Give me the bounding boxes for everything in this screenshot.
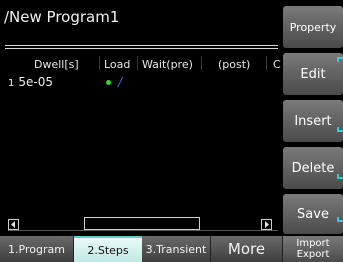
- column-separator: [137, 56, 138, 70]
- column-header-dwell[interactable]: Dwell[s]: [34, 58, 79, 71]
- property-button[interactable]: Property: [283, 6, 343, 48]
- scrollbar-thumb[interactable]: [84, 217, 200, 230]
- scrollbar-track: [8, 230, 278, 231]
- save-button[interactable]: Save: [283, 194, 343, 234]
- delete-button[interactable]: Delete: [283, 147, 343, 189]
- edit-button-label: Edit: [300, 66, 326, 82]
- column-header-wait-post[interactable]: (post): [218, 58, 250, 71]
- column-separator: [266, 56, 267, 70]
- corner-marker-icon: [337, 174, 343, 179]
- insert-button[interactable]: Insert: [283, 100, 343, 142]
- column-header-truncated[interactable]: C: [273, 58, 281, 71]
- row-index-and-dwell[interactable]: 1 5e-05: [8, 75, 53, 89]
- scroll-right-button[interactable]: [261, 219, 272, 230]
- header-divider-top: [5, 45, 278, 46]
- load-indicator-dot: [106, 80, 111, 85]
- property-button-label: Property: [289, 20, 337, 34]
- scroll-left-button[interactable]: [8, 219, 19, 230]
- tab-steps[interactable]: 2.Steps: [74, 236, 142, 262]
- load-indicator-bar: /: [118, 75, 123, 89]
- row-index: 1: [8, 78, 15, 89]
- dwell-value: 5e-05: [18, 75, 53, 89]
- tab-transient[interactable]: 3.Transient: [142, 236, 211, 262]
- program-editor-screen: /New Program1 Dwell[s] Load Wait(pre) (p…: [0, 0, 343, 262]
- tab-more[interactable]: More: [211, 236, 283, 262]
- triangle-right-icon: [265, 221, 269, 228]
- import-export-label: Import Export: [296, 238, 330, 260]
- column-header-wait-pre[interactable]: Wait(pre): [142, 58, 193, 71]
- program-title: /New Program1: [4, 8, 120, 26]
- corner-marker-icon: [337, 127, 343, 132]
- corner-marker-icon: [337, 57, 343, 62]
- corner-marker-icon: [337, 217, 343, 222]
- tab-program[interactable]: 1.Program: [0, 236, 74, 262]
- delete-button-label: Delete: [291, 160, 335, 176]
- header-divider-bottom: [5, 48, 278, 49]
- edit-button[interactable]: Edit: [283, 53, 343, 95]
- column-header-load[interactable]: Load: [104, 58, 130, 71]
- column-separator: [99, 56, 100, 70]
- triangle-left-icon: [11, 221, 15, 228]
- insert-button-label: Insert: [294, 113, 332, 129]
- import-export-button[interactable]: Import Export: [283, 236, 343, 262]
- save-button-label: Save: [297, 206, 329, 222]
- column-separator: [201, 56, 202, 70]
